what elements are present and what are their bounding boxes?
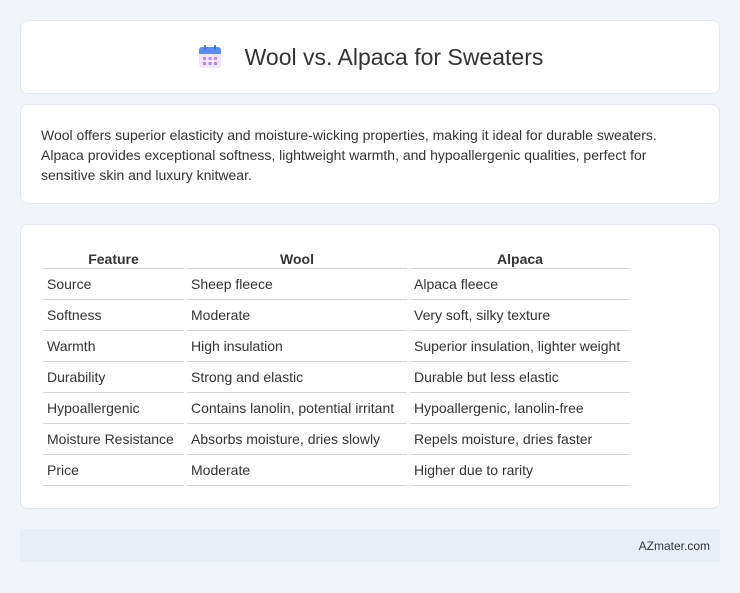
column-header-alpaca: Alpaca (410, 245, 630, 269)
table-row: Hypoallergenic Contains lanolin, potenti… (43, 393, 630, 424)
feature-cell: Warmth (43, 331, 184, 362)
feature-cell: Source (43, 269, 184, 300)
alpaca-cell: Durable but less elastic (410, 362, 630, 393)
feature-cell: Hypoallergenic (43, 393, 184, 424)
alpaca-cell: Higher due to rarity (410, 455, 630, 486)
column-header-feature: Feature (43, 245, 184, 269)
footer-site-link[interactable]: AZmater.com (639, 539, 710, 553)
table-row: Price Moderate Higher due to rarity (43, 455, 630, 486)
description-card: Wool offers superior elasticity and mois… (20, 104, 720, 204)
table-row: Softness Moderate Very soft, silky textu… (43, 300, 630, 331)
calendar-icon (198, 45, 221, 68)
comparison-table: Feature Wool Alpaca Source Sheep fleece … (40, 245, 633, 486)
table-row: Source Sheep fleece Alpaca fleece (43, 269, 630, 300)
table-row: Warmth High insulation Superior insulati… (43, 331, 630, 362)
table-row: Moisture Resistance Absorbs moisture, dr… (43, 424, 630, 455)
feature-cell: Price (43, 455, 184, 486)
wool-cell: Absorbs moisture, dries slowly (187, 424, 407, 455)
comparison-card: Feature Wool Alpaca Source Sheep fleece … (20, 224, 720, 509)
column-header-wool: Wool (187, 245, 407, 269)
feature-cell: Moisture Resistance (43, 424, 184, 455)
wool-cell: Moderate (187, 300, 407, 331)
title-card: Wool vs. Alpaca for Sweaters (20, 20, 720, 94)
wool-cell: High insulation (187, 331, 407, 362)
wool-cell: Strong and elastic (187, 362, 407, 393)
alpaca-cell: Hypoallergenic, lanolin-free (410, 393, 630, 424)
feature-cell: Durability (43, 362, 184, 393)
alpaca-cell: Alpaca fleece (410, 269, 630, 300)
footer-bar: AZmater.com (20, 529, 720, 562)
alpaca-cell: Very soft, silky texture (410, 300, 630, 331)
alpaca-cell: Superior insulation, lighter weight (410, 331, 630, 362)
table-header-row: Feature Wool Alpaca (43, 245, 630, 269)
wool-cell: Sheep fleece (187, 269, 407, 300)
feature-cell: Softness (43, 300, 184, 331)
wool-cell: Contains lanolin, potential irritant (187, 393, 407, 424)
wool-cell: Moderate (187, 455, 407, 486)
alpaca-cell: Repels moisture, dries faster (410, 424, 630, 455)
page-title: Wool vs. Alpaca for Sweaters (244, 43, 544, 70)
table-row: Durability Strong and elastic Durable bu… (43, 362, 630, 393)
description-text: Wool offers superior elasticity and mois… (41, 127, 657, 183)
